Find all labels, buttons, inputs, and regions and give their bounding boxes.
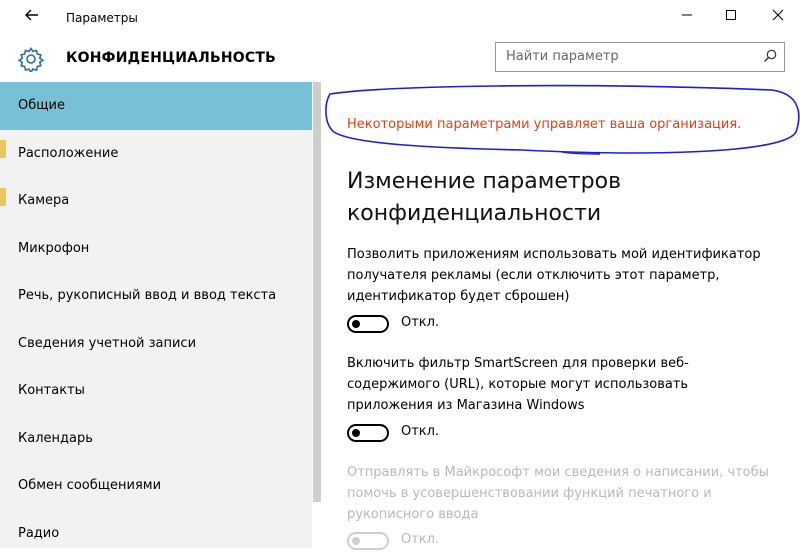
smartscreen-toggle-state: Откл.	[401, 424, 439, 439]
sidebar: Общие Расположение Камера Микрофон Речь,…	[0, 82, 312, 548]
desktop-icon-peek	[0, 188, 6, 206]
sidebar-item-microphone[interactable]: Микрофон	[0, 225, 312, 273]
minimize-button[interactable]	[672, 6, 702, 30]
sidebar-item-general[interactable]: Общие	[0, 82, 312, 130]
sidebar-item-calendar[interactable]: Календарь	[0, 415, 312, 463]
search-input[interactable]: Найти параметр	[506, 49, 619, 64]
sidebar-item-location[interactable]: Расположение	[0, 130, 312, 178]
scrollbar-thumb[interactable]	[313, 82, 321, 502]
smartscreen-option-description: Включить фильтр SmartScreen для проверки…	[347, 353, 777, 416]
writing-info-toggle-state: Откл.	[401, 532, 439, 547]
managed-by-organization-notice: Некоторыми параметрами управляет ваша ор…	[347, 117, 741, 132]
search-box[interactable]: Найти параметр	[495, 42, 785, 72]
writing-info-toggle	[347, 532, 389, 550]
title-bar: Параметры	[0, 0, 800, 36]
sidebar-item-radios[interactable]: Радио	[0, 510, 312, 557]
sidebar-item-messaging[interactable]: Обмен сообщениями	[0, 462, 312, 510]
maximize-button[interactable]	[716, 6, 746, 30]
sidebar-item-account-info[interactable]: Сведения учетной записи	[0, 320, 312, 368]
app-title: Параметры	[66, 11, 138, 25]
sidebar-item-contacts[interactable]: Контакты	[0, 367, 312, 415]
writing-info-option-description: Отправлять в Майкрософт мои сведения о н…	[347, 462, 777, 525]
close-button[interactable]	[763, 6, 793, 30]
toggle-knob	[352, 320, 360, 328]
smartscreen-toggle[interactable]	[347, 424, 389, 442]
toggle-knob	[352, 429, 360, 437]
desktop-icon-peek	[0, 140, 6, 158]
page-heading-line-1: Изменение параметров	[347, 166, 621, 198]
advertising-id-option-description: Позволить приложениям использовать мой и…	[347, 244, 777, 307]
advertising-id-toggle[interactable]	[347, 315, 389, 333]
sidebar-item-speech-inking-typing[interactable]: Речь, рукописный ввод и ввод текста	[0, 272, 312, 320]
settings-header: КОНФИДЕНЦИАЛЬНОСТЬ Найти параметр	[0, 36, 800, 82]
toggle-knob	[352, 537, 360, 545]
page-heading-line-2: конфиденциальности	[347, 198, 621, 230]
search-icon[interactable]	[762, 48, 778, 64]
page-heading: Изменение параметров конфиденциальности	[347, 166, 621, 230]
sidebar-item-camera[interactable]: Камера	[0, 177, 312, 225]
gear-icon	[18, 46, 44, 72]
section-title: КОНФИДЕНЦИАЛЬНОСТЬ	[66, 50, 276, 66]
advertising-id-toggle-state: Откл.	[401, 315, 439, 330]
back-arrow-icon[interactable]	[20, 6, 44, 30]
